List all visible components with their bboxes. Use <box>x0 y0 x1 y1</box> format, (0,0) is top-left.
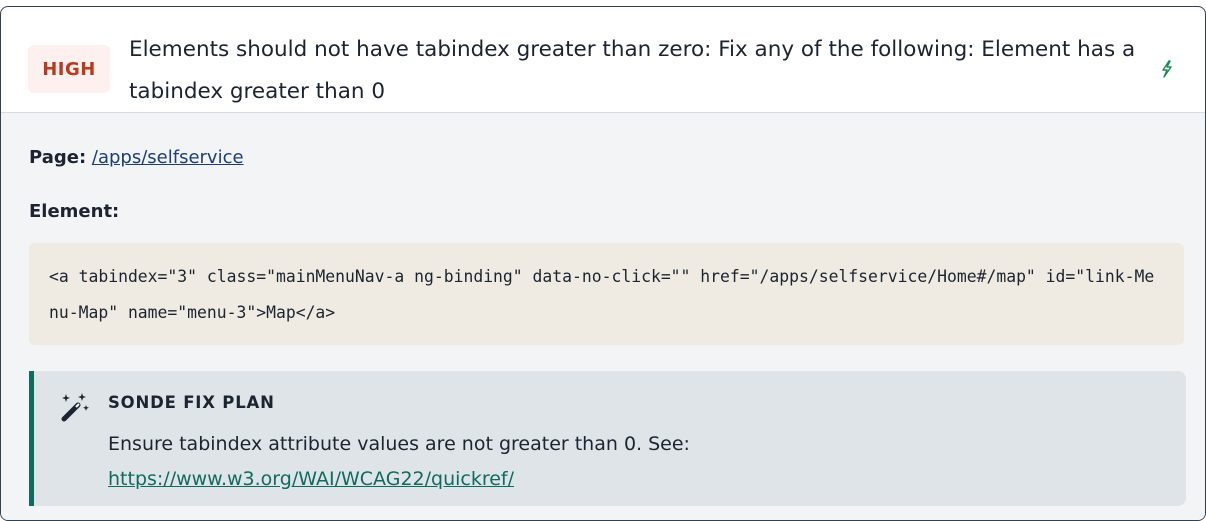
fix-plan-description: Ensure tabindex attribute values are not… <box>108 433 690 455</box>
magic-wand-icon <box>61 393 89 422</box>
element-code-block: <a tabindex="3" class="mainMenuNav-a ng-… <box>29 243 1184 345</box>
page-link[interactable]: /apps/selfservice <box>92 147 244 168</box>
fix-plan-text: Ensure tabindex attribute values are not… <box>108 427 1148 497</box>
fix-plan-link[interactable]: https://www.w3.org/WAI/WCAG22/quickref/ <box>108 468 514 490</box>
issue-details: Page: /apps/selfservice Element: <a tabi… <box>1 113 1205 520</box>
issue-title: Elements should not have tabindex greate… <box>129 37 1136 104</box>
issue-header: HIGH Elements should not have tabindex g… <box>1 7 1205 113</box>
issue-card: HIGH Elements should not have tabindex g… <box>0 6 1206 521</box>
element-row: Element: <box>29 201 119 222</box>
element-label: Element: <box>29 201 120 222</box>
fix-plan-label: SONDE FIX PLAN <box>108 393 275 412</box>
page-row: Page: /apps/selfservice <box>29 147 244 168</box>
fix-plan-panel: SONDE FIX PLAN Ensure tabindex attribute… <box>29 371 1186 506</box>
bolt-icon[interactable] <box>1159 59 1175 79</box>
severity-badge: HIGH <box>28 45 110 93</box>
page-label: Page: <box>29 147 87 168</box>
